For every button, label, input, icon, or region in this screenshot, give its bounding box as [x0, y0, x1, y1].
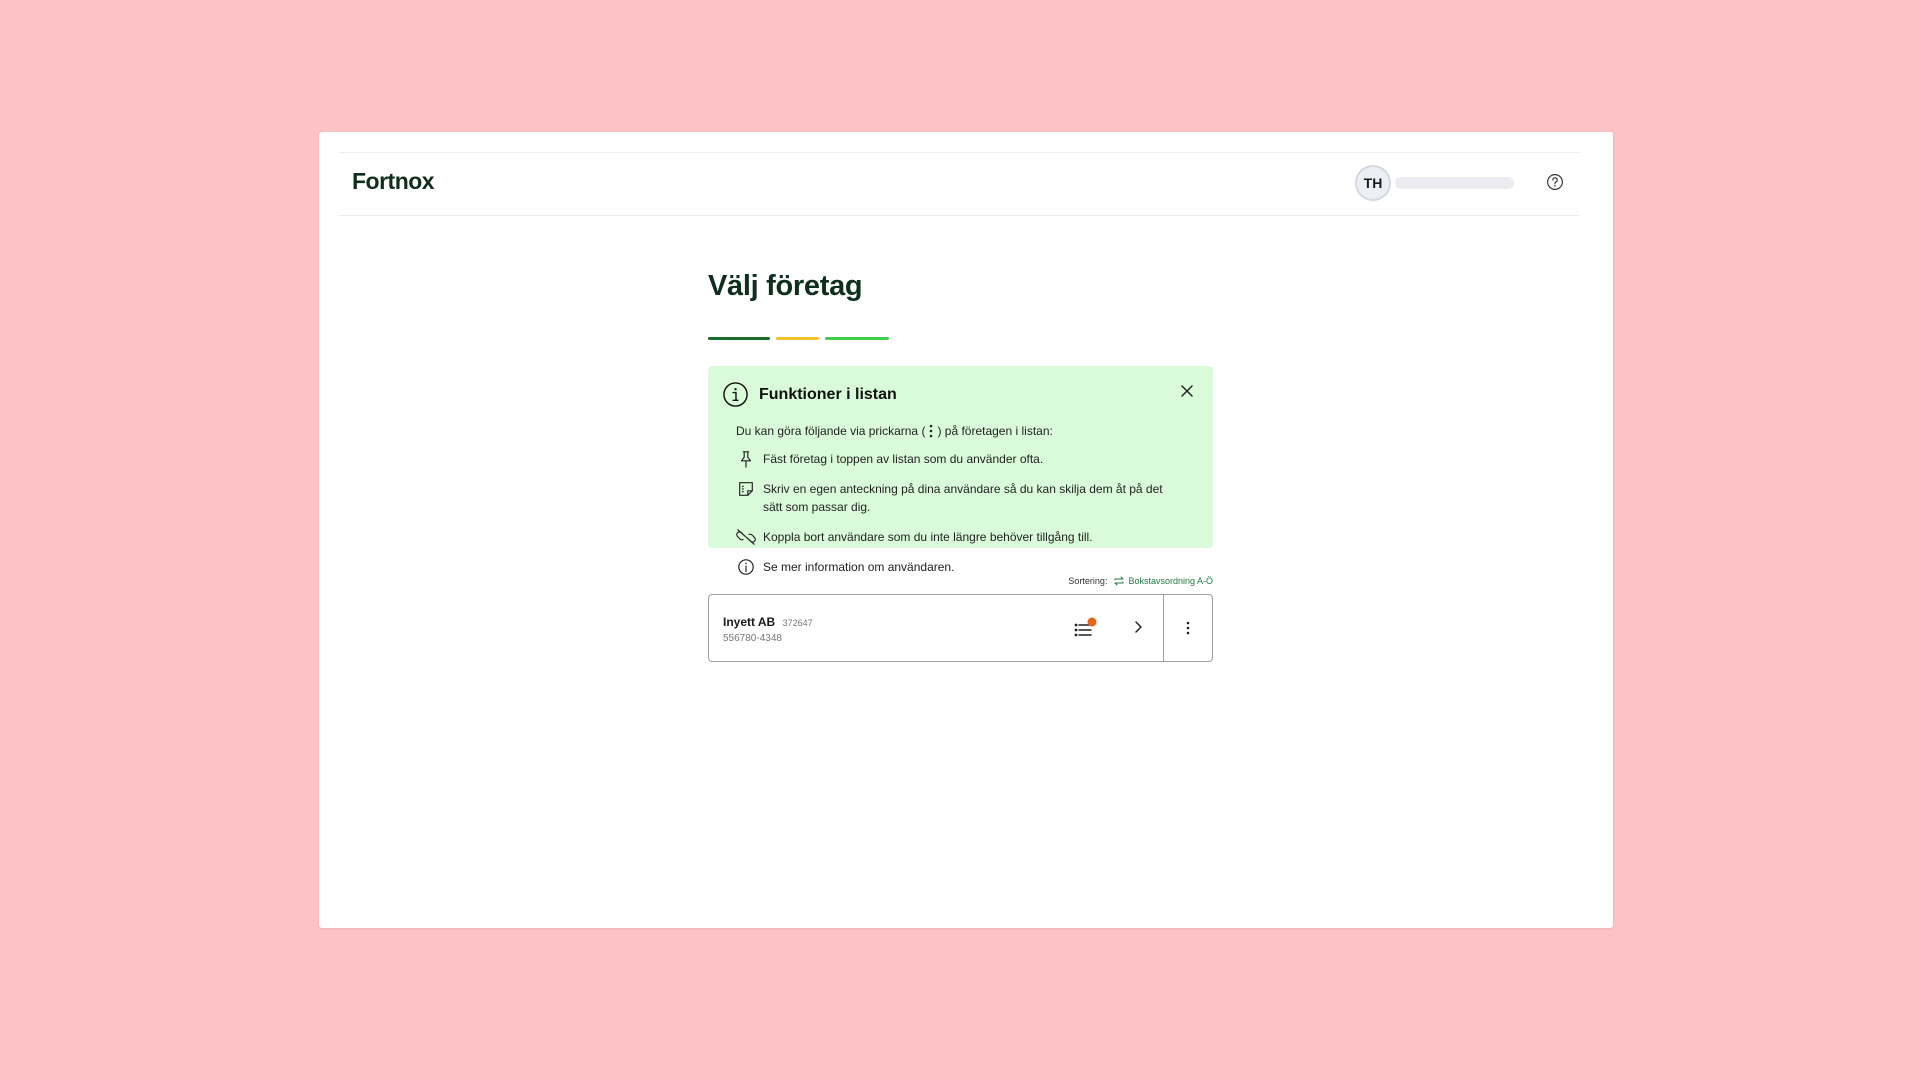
info-box-header: Funktioner i listan	[722, 381, 1193, 408]
info-icon	[738, 559, 754, 575]
feature-note: Skriv en egen anteckning på dina använda…	[736, 480, 1193, 516]
note-icon	[739, 482, 753, 496]
feature-info: Se mer information om användaren.	[736, 558, 1193, 576]
feature-text: Skriv en egen anteckning på dina använda…	[763, 482, 1163, 514]
info-circle-icon	[723, 382, 748, 407]
page-title: Välj företag	[708, 270, 863, 302]
company-more-button[interactable]	[1163, 595, 1212, 661]
feature-text: Koppla bort användare som du inte längre…	[763, 530, 1093, 544]
avatar[interactable]: TH	[1355, 165, 1391, 201]
user-name-placeholder	[1395, 177, 1514, 189]
sort-arrows-icon	[1114, 576, 1124, 586]
main-window: Fortnox TH Välj företag Funktioner i lis…	[319, 132, 1613, 928]
question-circle-icon[interactable]	[1546, 173, 1564, 191]
org-number: 556780-4348	[723, 633, 782, 644]
top-header: Fortnox TH	[339, 152, 1580, 216]
company-selection: Välj företag Funktioner i listan Du kan …	[708, 270, 1213, 662]
feature-text: Fäst företag i toppen av listan som du a…	[763, 452, 1044, 466]
unlink-icon	[736, 529, 756, 545]
company-name: Inyett AB	[723, 615, 776, 629]
pin-icon	[740, 451, 752, 468]
notification-dot	[1087, 617, 1097, 627]
stripe-light-green	[825, 337, 889, 340]
brand-stripes	[708, 337, 1213, 340]
task-list-icon[interactable]	[1073, 617, 1097, 639]
more-vertical-icon	[1186, 621, 1190, 635]
fortnox-logo[interactable]: Fortnox	[352, 168, 435, 195]
chevron-right-icon	[1135, 621, 1142, 633]
sort-row: Sortering: Bokstavsordning A-Ö	[708, 576, 1213, 586]
sort-label: Sortering:	[1068, 576, 1108, 586]
customer-number: 372647	[782, 618, 813, 628]
kebab-dots-icon	[930, 424, 933, 438]
feature-text: Se mer information om användaren.	[763, 560, 955, 574]
stripe-yellow	[776, 337, 819, 340]
feature-pin: Fäst företag i toppen av listan som du a…	[736, 450, 1193, 468]
info-box: Funktioner i listan Du kan göra följande…	[708, 366, 1213, 575]
company-name-row: Inyett AB 372647	[723, 615, 813, 629]
company-card: Inyett AB 372647 556780-4348	[708, 594, 1213, 662]
info-intro-end: ) på företagen i listan:	[937, 424, 1053, 438]
sort-toggle[interactable]: Bokstavsordning A-Ö	[1113, 576, 1213, 586]
sort-value[interactable]: Bokstavsordning A-Ö	[1128, 576, 1213, 586]
company-select[interactable]: Inyett AB 372647 556780-4348	[709, 595, 1163, 661]
info-box-title: Funktioner i listan	[759, 385, 897, 403]
feature-unlink: Koppla bort användare som du inte längre…	[736, 528, 1193, 546]
close-icon[interactable]	[1179, 383, 1195, 399]
info-intro: Du kan göra följande via prickarna ( ) p…	[736, 424, 1193, 438]
stripe-dark-green	[708, 337, 770, 340]
user-menu[interactable]: TH	[1355, 165, 1514, 201]
info-intro-start: Du kan göra följande via prickarna (	[736, 424, 926, 438]
